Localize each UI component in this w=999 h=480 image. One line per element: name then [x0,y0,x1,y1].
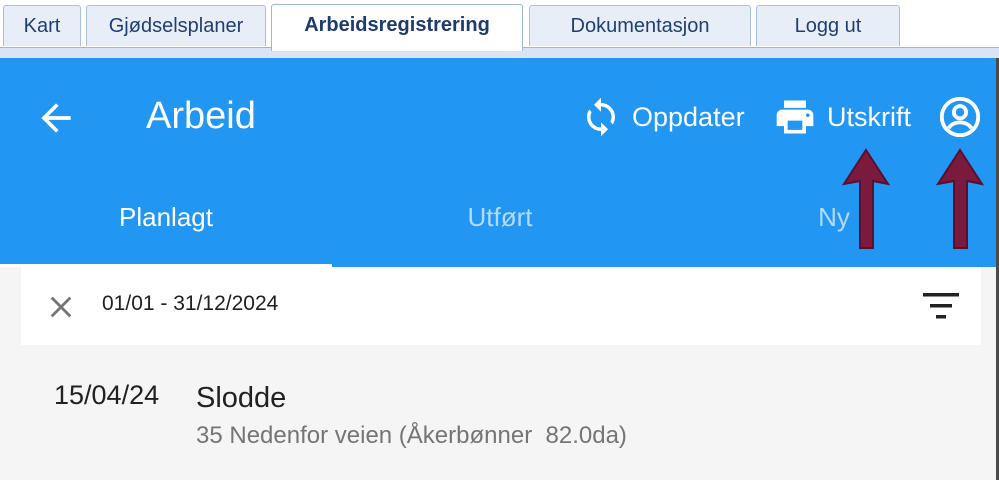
annotation-arrow-account [935,148,985,249]
account-circle-icon [939,96,981,138]
tab-planlagt[interactable]: Planlagt [0,186,332,267]
item-title: Slodde [196,382,287,414]
item-date: 15/04/24 [54,380,160,410]
refresh-label: Oppdater [632,101,745,132]
item-subtitle: 35 Nedenfor veien (Åkerbønner 82.0da) [196,422,627,449]
printer-icon [776,100,814,134]
top-tab-gjodselsplaner[interactable]: Gjødselsplaner [86,5,266,46]
back-button[interactable] [34,96,78,140]
filter-button[interactable] [921,291,961,321]
date-range-text[interactable]: 01/01 - 31/12/2024 [102,292,278,316]
filter-list-icon [923,293,959,319]
page-title: Arbeid [146,95,256,137]
print-label: Utskrift [827,101,911,132]
list-item[interactable]: 15/04/24 Slodde 35 Nedenfor veien (Åkerb… [0,350,996,460]
top-tab-logg-ut[interactable]: Logg ut [756,5,900,46]
account-button[interactable] [937,92,983,142]
refresh-icon [587,97,615,137]
arrow-back-icon [41,103,71,133]
top-tab-strip: Kart Gjødselsplaner Arbeidsregistrering … [0,0,999,59]
clear-filter-button[interactable] [47,293,75,321]
date-filter-bar: 01/01 - 31/12/2024 [21,267,981,345]
top-tab-dokumentasjon[interactable]: Dokumentasjon [529,5,751,46]
print-button[interactable]: Utskrift [773,92,911,142]
annotation-arrow-print [841,148,891,249]
tab-utfort[interactable]: Utført [334,186,666,267]
tab-label: Planlagt [119,202,213,232]
close-icon [50,296,72,318]
top-tab-arbeidsregistrering[interactable]: Arbeidsregistrering [271,4,523,51]
top-tab-kart[interactable]: Kart [3,5,81,46]
refresh-button[interactable]: Oppdater [580,92,745,142]
tab-label: Utført [467,202,533,232]
